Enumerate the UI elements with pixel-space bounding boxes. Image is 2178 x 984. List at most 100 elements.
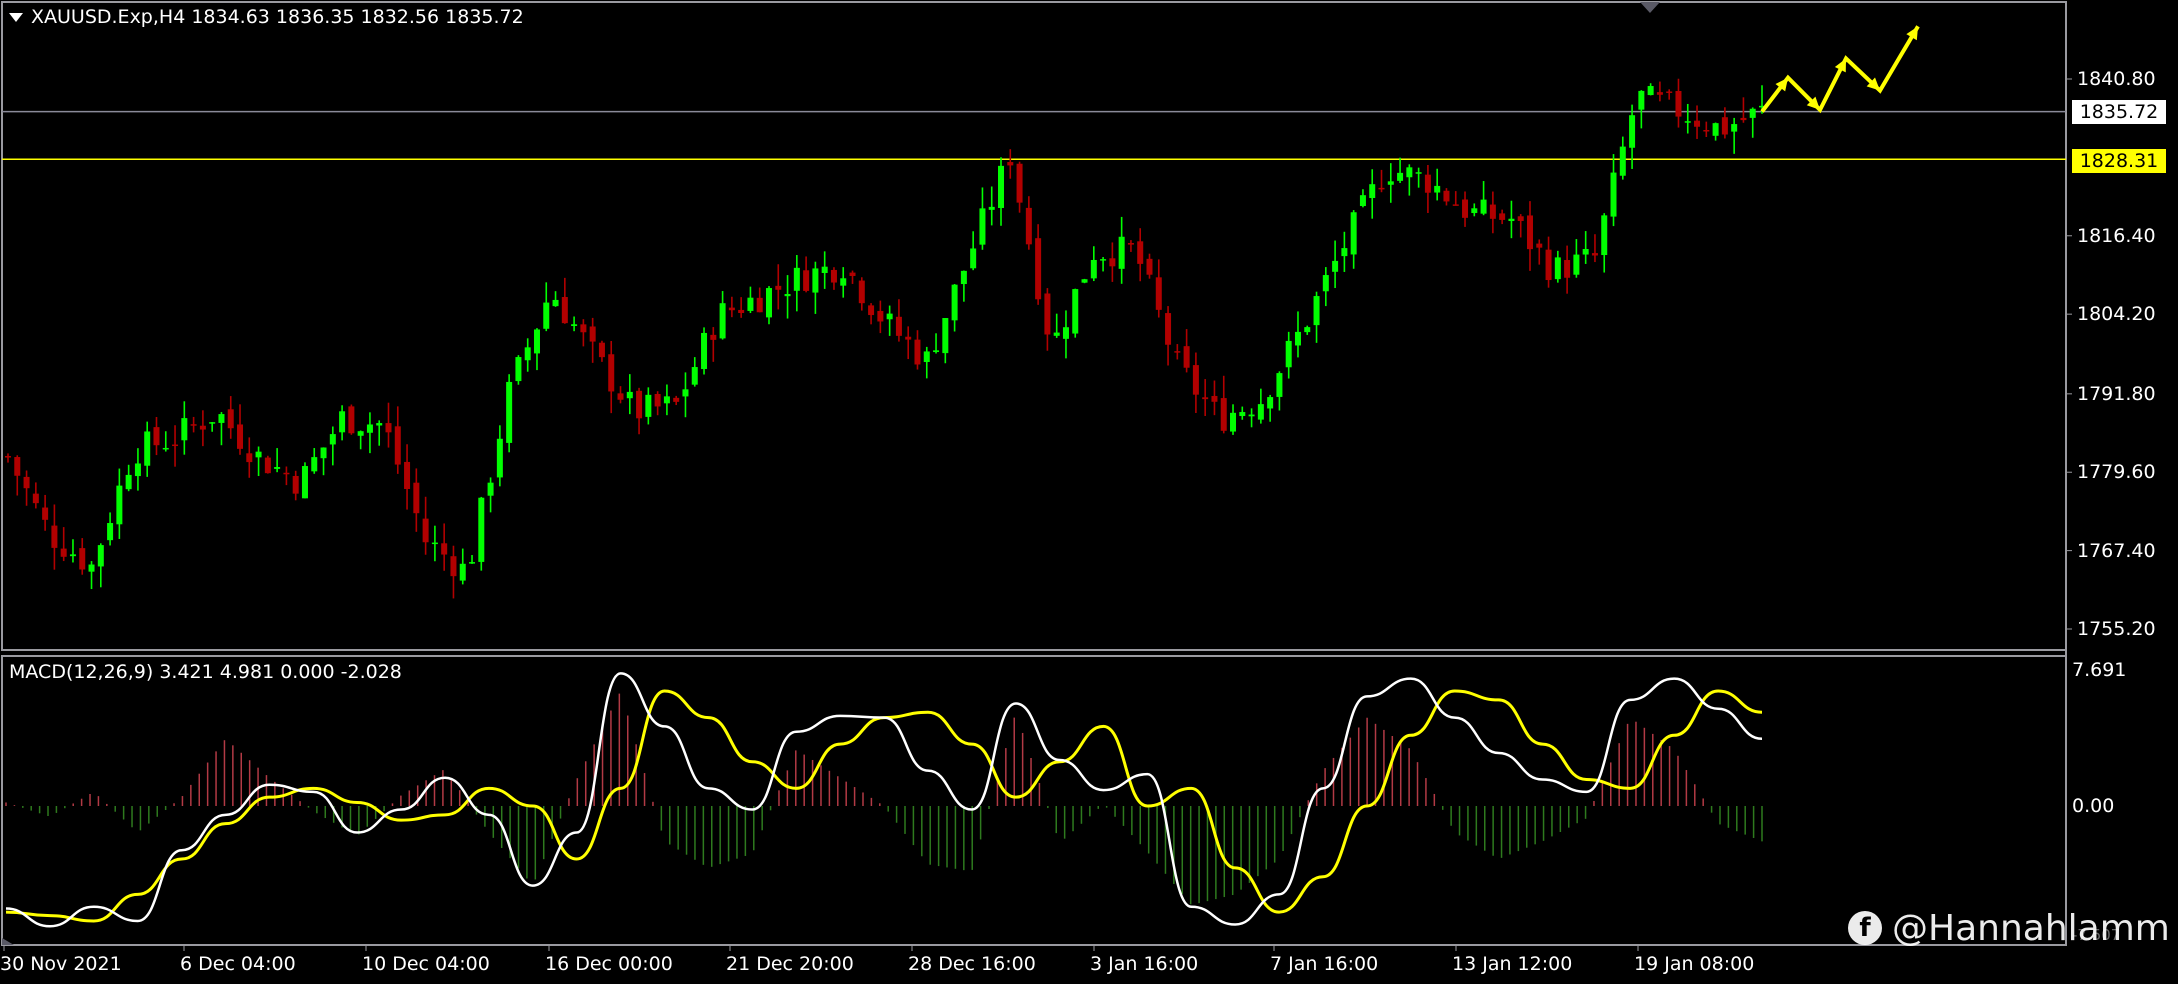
candle-body [172,444,179,447]
candle-body [218,414,225,423]
candle-body [1703,129,1710,132]
candle-body [1359,195,1366,207]
candle-body [1137,241,1144,264]
candle-body [561,297,568,324]
candle-body [552,299,559,307]
candle-body [209,422,216,424]
candle-body [385,423,392,433]
candle-body [998,165,1005,208]
candle-body [1053,332,1060,336]
candle-body [283,472,290,475]
candle-body [1489,204,1496,219]
candle-body [663,396,670,404]
date-tick-label: 21 Dec 20:00 [726,953,854,975]
candle-body [394,426,401,465]
candle-body [1564,260,1571,278]
candle-body [246,453,253,463]
candle-body [682,389,689,397]
macd-tick-label: 7.691 [2072,659,2127,681]
candle-body [1731,124,1738,132]
candle-body [1591,253,1598,256]
candle-body [69,554,76,557]
candle-body [1016,163,1023,203]
candle-body [1638,90,1645,110]
candle-body [673,397,680,402]
shift-marker-icon [1640,2,1660,13]
candle-body [1257,404,1264,420]
candle-body [301,466,308,499]
candle-body [1675,90,1682,117]
candle-body [153,427,160,446]
candle-body [14,457,21,476]
candle-body [1573,254,1580,275]
candle-body [1220,398,1227,431]
candle-body [923,351,930,362]
candle-body [264,457,271,474]
candle-body [886,313,893,320]
candle-body [1304,327,1311,333]
candle-body [571,324,578,326]
candle-body [227,409,234,429]
candle-body [793,267,800,291]
candle-body [1230,412,1237,432]
candle-body [598,342,605,358]
candle-body [1647,86,1654,96]
candle-body [868,305,875,316]
candle-body [1165,313,1172,345]
candle-body [1090,259,1097,279]
candle-body [51,525,58,548]
candle-body [515,357,522,382]
candle-body [441,543,448,555]
candle-body [23,476,30,489]
candle-body [32,493,39,504]
candle-body [1601,215,1608,256]
candle-body [849,272,856,276]
price-tick-label: 1767.40 [2077,539,2156,562]
candle-body [292,475,299,494]
candle-body [1480,199,1487,214]
symbol-header[interactable]: XAUUSD.Exp,H4 1834.63 1836.35 1832.56 18… [9,6,524,28]
candle-body [812,268,819,293]
candle-body [960,270,967,285]
candle-body [1610,172,1617,217]
price-tick-label: 1816.40 [2077,224,2156,247]
candle-body [933,350,940,353]
candle-body [1007,162,1014,166]
candle-body [431,542,438,545]
candle-body [1109,258,1116,267]
candle-body [1508,218,1515,222]
watermark: f @Hannahlamm [1848,906,2170,950]
candle-body [422,518,429,543]
candle-body [636,390,643,419]
candle-body [1406,167,1413,178]
candle-body [840,278,847,286]
candle-body [348,406,355,434]
candle-body [765,288,772,318]
candle-body [728,307,735,311]
price-pane [1,1,2072,945]
candle-body [1471,208,1478,214]
candle-body [951,284,958,321]
watermark-text: @Hannahlamm [1892,907,2170,949]
candle-body [199,425,206,430]
macd-pane [1,655,2067,951]
candle-body [459,563,466,581]
candle-body [79,548,86,570]
candle-body [144,431,151,466]
candle-body [1118,236,1125,269]
candle-body [533,329,540,354]
price-tick-label: 1779.60 [2077,461,2156,484]
candle-body [357,431,364,436]
candle-body [237,424,244,449]
macd-pane-border [1,655,2067,946]
candle-body [1424,174,1431,193]
dropdown-triangle-icon[interactable] [9,13,23,22]
candle-body [719,303,726,339]
corner-marker-icon [2,938,14,945]
price-tick-label: 1840.80 [2077,68,2156,90]
candle-body [1526,215,1533,250]
candle-body [1127,243,1134,245]
candle-body [1749,108,1756,118]
candle-body [617,393,624,400]
candle-body [320,447,327,459]
